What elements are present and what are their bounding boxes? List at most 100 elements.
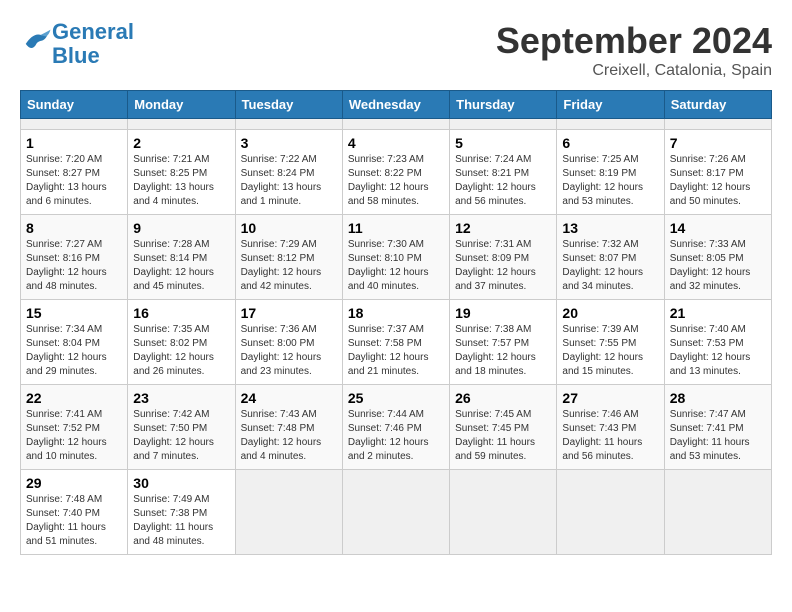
calendar-cell: 29Sunrise: 7:48 AMSunset: 7:40 PMDayligh…: [21, 470, 128, 555]
day-number: 17: [241, 305, 337, 321]
day-number: 12: [455, 220, 551, 236]
calendar-week-5: 22Sunrise: 7:41 AMSunset: 7:52 PMDayligh…: [21, 385, 772, 470]
calendar-cell: 1 Sunrise: 7:20 AMSunset: 8:27 PMDaylight…: [21, 130, 128, 215]
day-number: 14: [670, 220, 766, 236]
day-number: 22: [26, 390, 122, 406]
calendar-cell: 3 Sunrise: 7:22 AMSunset: 8:24 PMDaylight…: [235, 130, 342, 215]
month-title: September 2024: [496, 20, 772, 62]
calendar-cell: 13 Sunrise: 7:32 AMSunset: 8:07 PMDayligh…: [557, 215, 664, 300]
calendar-cell: 30 Sunrise: 7:49 AMSunset: 7:38 PMDayligh…: [128, 470, 235, 555]
day-info: Sunrise: 7:48 AMSunset: 7:40 PMDaylight:…: [26, 493, 122, 549]
day-number: 2: [133, 135, 229, 151]
calendar-cell: [342, 470, 449, 555]
calendar-week-3: 8 Sunrise: 7:27 AMSunset: 8:16 PMDaylight…: [21, 215, 772, 300]
calendar-cell: 9Sunrise: 7:28 AMSunset: 8:14 PMDaylight…: [128, 215, 235, 300]
calendar-cell: 14 Sunrise: 7:33 AMSunset: 8:05 PMDayligh…: [664, 215, 771, 300]
day-info: Sunrise: 7:42 AMSunset: 7:50 PMDaylight:…: [133, 408, 229, 464]
day-number: 18: [348, 305, 444, 321]
calendar-cell: [664, 470, 771, 555]
day-number: 13: [562, 220, 658, 236]
calendar-cell: 19 Sunrise: 7:38 AMSunset: 7:57 PMDayligh…: [450, 300, 557, 385]
day-info: Sunrise: 7:28 AMSunset: 8:14 PMDaylight:…: [133, 238, 229, 294]
calendar-cell: [235, 470, 342, 555]
day-info: Sunrise: 7:21 AMSunset: 8:25 PMDaylight:…: [133, 153, 229, 209]
day-info: Sunrise: 7:39 AMSunset: 7:55 PMDaylight:…: [562, 323, 658, 379]
calendar-week-4: 15 Sunrise: 7:34 AMSunset: 8:04 PMDayligh…: [21, 300, 772, 385]
calendar-week-1: [21, 119, 772, 130]
calendar-cell: 2 Sunrise: 7:21 AMSunset: 8:25 PMDaylight…: [128, 130, 235, 215]
day-number: 15: [26, 305, 122, 321]
day-info: Sunrise: 7:31 AMSunset: 8:09 PMDaylight:…: [455, 238, 551, 294]
calendar-cell: [450, 470, 557, 555]
day-info: Sunrise: 7:49 AMSunset: 7:38 PMDaylight:…: [133, 493, 229, 549]
col-header-thursday: Thursday: [450, 91, 557, 119]
calendar-cell: 23Sunrise: 7:42 AMSunset: 7:50 PMDayligh…: [128, 385, 235, 470]
calendar-cell: 7Sunrise: 7:26 AMSunset: 8:17 PMDaylight…: [664, 130, 771, 215]
logo-text: General Blue: [52, 20, 134, 68]
day-info: Sunrise: 7:24 AMSunset: 8:21 PMDaylight:…: [455, 153, 551, 209]
col-header-wednesday: Wednesday: [342, 91, 449, 119]
calendar-cell: 26 Sunrise: 7:45 AMSunset: 7:45 PMDayligh…: [450, 385, 557, 470]
day-number: 5: [455, 135, 551, 151]
calendar-cell: 12 Sunrise: 7:31 AMSunset: 8:09 PMDayligh…: [450, 215, 557, 300]
day-number: 6: [562, 135, 658, 151]
calendar-cell: [450, 119, 557, 130]
calendar-week-6: 29Sunrise: 7:48 AMSunset: 7:40 PMDayligh…: [21, 470, 772, 555]
day-info: Sunrise: 7:30 AMSunset: 8:10 PMDaylight:…: [348, 238, 444, 294]
calendar-cell: [21, 119, 128, 130]
day-info: Sunrise: 7:22 AMSunset: 8:24 PMDaylight:…: [241, 153, 337, 209]
day-number: 21: [670, 305, 766, 321]
calendar-cell: [342, 119, 449, 130]
day-number: 8: [26, 220, 122, 236]
calendar-week-2: 1 Sunrise: 7:20 AMSunset: 8:27 PMDaylight…: [21, 130, 772, 215]
day-number: 26: [455, 390, 551, 406]
calendar-cell: 8 Sunrise: 7:27 AMSunset: 8:16 PMDaylight…: [21, 215, 128, 300]
day-info: Sunrise: 7:34 AMSunset: 8:04 PMDaylight:…: [26, 323, 122, 379]
day-info: Sunrise: 7:47 AMSunset: 7:41 PMDaylight:…: [670, 408, 766, 464]
day-number: 3: [241, 135, 337, 151]
day-info: Sunrise: 7:43 AMSunset: 7:48 PMDaylight:…: [241, 408, 337, 464]
calendar-cell: 6Sunrise: 7:25 AMSunset: 8:19 PMDaylight…: [557, 130, 664, 215]
title-block: September 2024 Creixell, Catalonia, Spai…: [496, 20, 772, 80]
calendar-cell: 20Sunrise: 7:39 AMSunset: 7:55 PMDayligh…: [557, 300, 664, 385]
calendar-cell: 21 Sunrise: 7:40 AMSunset: 7:53 PMDayligh…: [664, 300, 771, 385]
calendar-cell: 10Sunrise: 7:29 AMSunset: 8:12 PMDayligh…: [235, 215, 342, 300]
location: Creixell, Catalonia, Spain: [496, 62, 772, 80]
day-info: Sunrise: 7:32 AMSunset: 8:07 PMDaylight:…: [562, 238, 658, 294]
calendar-cell: [557, 119, 664, 130]
calendar-cell: [557, 470, 664, 555]
day-info: Sunrise: 7:27 AMSunset: 8:16 PMDaylight:…: [26, 238, 122, 294]
calendar-cell: [664, 119, 771, 130]
calendar-header-row: SundayMondayTuesdayWednesdayThursdayFrid…: [21, 91, 772, 119]
day-number: 19: [455, 305, 551, 321]
day-number: 11: [348, 220, 444, 236]
day-info: Sunrise: 7:37 AMSunset: 7:58 PMDaylight:…: [348, 323, 444, 379]
calendar-cell: [128, 119, 235, 130]
day-number: 24: [241, 390, 337, 406]
col-header-tuesday: Tuesday: [235, 91, 342, 119]
day-info: Sunrise: 7:45 AMSunset: 7:45 PMDaylight:…: [455, 408, 551, 464]
day-info: Sunrise: 7:33 AMSunset: 8:05 PMDaylight:…: [670, 238, 766, 294]
day-number: 10: [241, 220, 337, 236]
day-info: Sunrise: 7:40 AMSunset: 7:53 PMDaylight:…: [670, 323, 766, 379]
day-info: Sunrise: 7:38 AMSunset: 7:57 PMDaylight:…: [455, 323, 551, 379]
calendar-cell: 17 Sunrise: 7:36 AMSunset: 8:00 PMDayligh…: [235, 300, 342, 385]
day-number: 4: [348, 135, 444, 151]
calendar-cell: 18 Sunrise: 7:37 AMSunset: 7:58 PMDayligh…: [342, 300, 449, 385]
logo-icon: [22, 27, 52, 57]
day-number: 28: [670, 390, 766, 406]
day-number: 25: [348, 390, 444, 406]
day-info: Sunrise: 7:36 AMSunset: 8:00 PMDaylight:…: [241, 323, 337, 379]
day-number: 1: [26, 135, 122, 151]
day-number: 7: [670, 135, 766, 151]
calendar-cell: 16Sunrise: 7:35 AMSunset: 8:02 PMDayligh…: [128, 300, 235, 385]
logo-line2: Blue: [52, 43, 100, 68]
day-info: Sunrise: 7:20 AMSunset: 8:27 PMDaylight:…: [26, 153, 122, 209]
calendar-cell: 27Sunrise: 7:46 AMSunset: 7:43 PMDayligh…: [557, 385, 664, 470]
day-info: Sunrise: 7:46 AMSunset: 7:43 PMDaylight:…: [562, 408, 658, 464]
day-number: 30: [133, 475, 229, 491]
calendar-cell: 25 Sunrise: 7:44 AMSunset: 7:46 PMDayligh…: [342, 385, 449, 470]
calendar-cell: 4Sunrise: 7:23 AMSunset: 8:22 PMDaylight…: [342, 130, 449, 215]
day-info: Sunrise: 7:44 AMSunset: 7:46 PMDaylight:…: [348, 408, 444, 464]
logo-line1: General: [52, 19, 134, 44]
